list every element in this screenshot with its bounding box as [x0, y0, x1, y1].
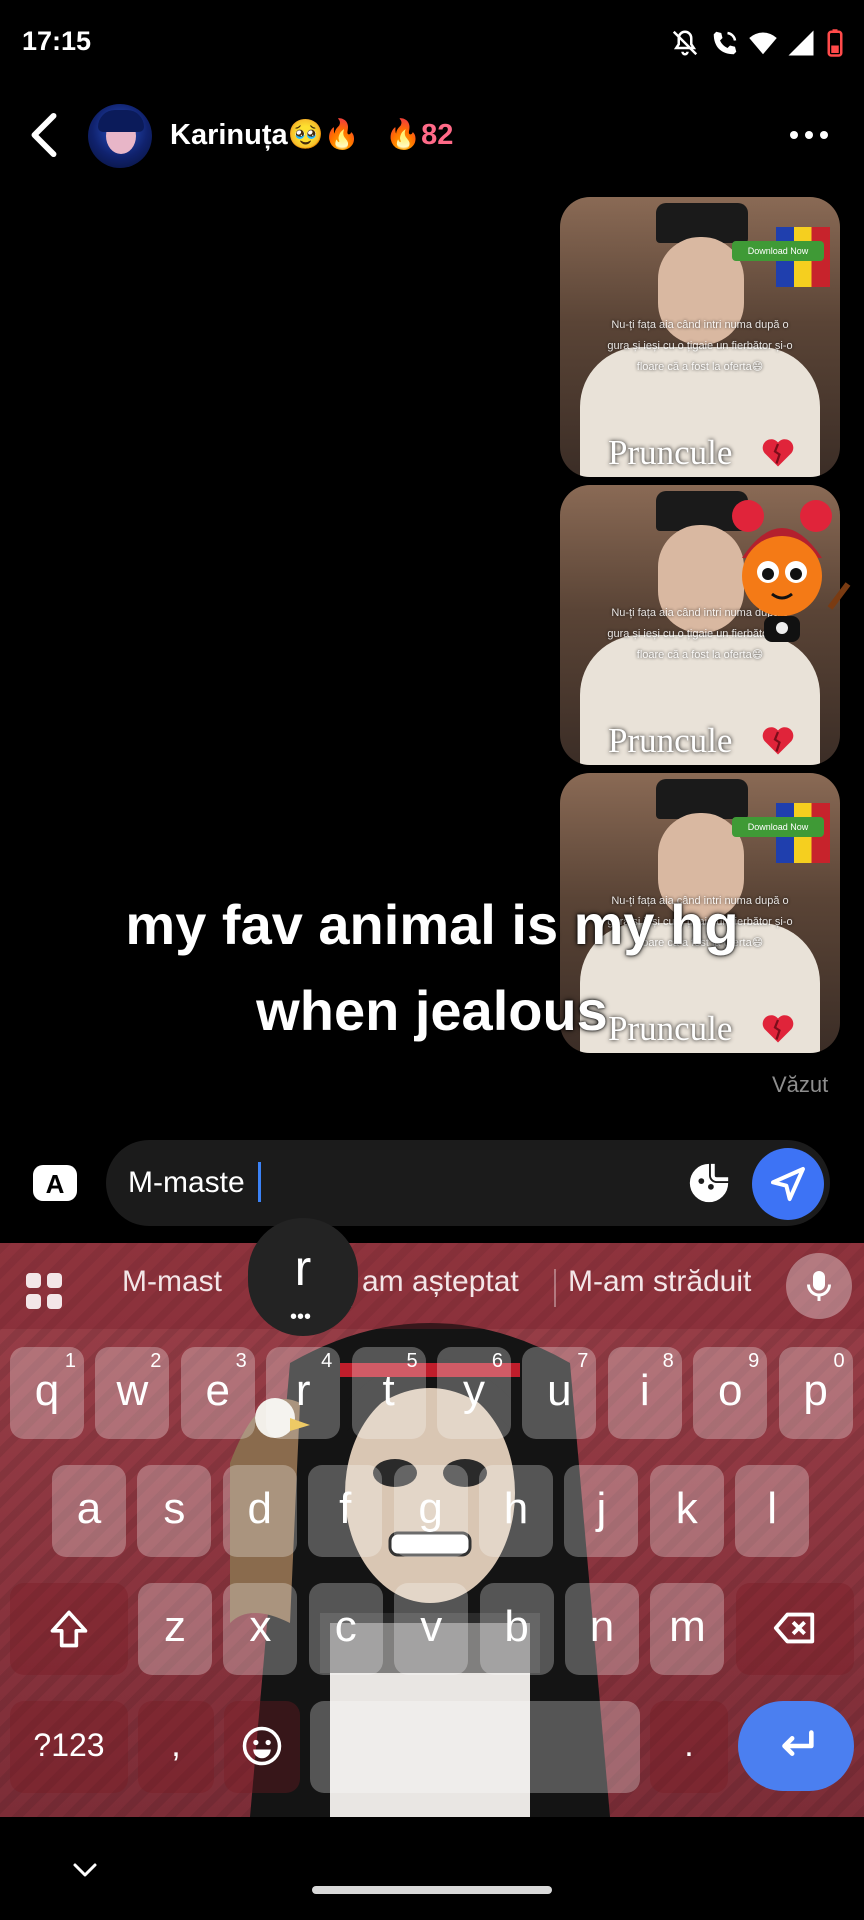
keyboard: M-mast am așteptat M-am străduit 1q2w3e4…: [0, 1243, 864, 1817]
avatar[interactable]: [88, 104, 152, 168]
key-y[interactable]: 6y: [437, 1347, 511, 1439]
key-label: p: [803, 1366, 828, 1415]
sticker-icon[interactable]: [686, 1160, 732, 1206]
key-x[interactable]: x: [223, 1583, 298, 1675]
key-e[interactable]: 3e: [180, 1347, 255, 1439]
mic-button[interactable]: [786, 1253, 852, 1319]
contact-name[interactable]: Karinuța🥹🔥: [170, 118, 360, 152]
key-s[interactable]: s: [137, 1465, 212, 1557]
key-t[interactable]: 5t: [351, 1347, 426, 1439]
key-hint: 3: [235, 1350, 247, 1372]
key-q[interactable]: 1q: [10, 1347, 84, 1439]
key-label: y: [463, 1366, 485, 1415]
key-hint: 7: [577, 1350, 589, 1372]
send-icon: [771, 1167, 805, 1201]
key-l[interactable]: l: [735, 1465, 810, 1557]
key-n[interactable]: n: [565, 1583, 639, 1675]
broken-heart-icon: [762, 727, 794, 755]
wifi-call-icon: [713, 31, 737, 55]
shift-key[interactable]: [10, 1583, 128, 1675]
key-o[interactable]: 9o: [693, 1347, 768, 1439]
key-hint: 8: [662, 1350, 674, 1372]
key-label: t: [382, 1366, 395, 1415]
watermark-text: Pruncule: [608, 721, 733, 760]
mic-icon: [807, 1271, 831, 1301]
symbols-key[interactable]: ?123: [10, 1701, 128, 1793]
status-time: 17:15: [22, 26, 92, 56]
more-icon[interactable]: [786, 120, 832, 150]
key-label: o: [717, 1366, 743, 1415]
hide-keyboard-icon[interactable]: [70, 1860, 100, 1880]
emoji-icon: [242, 1726, 282, 1766]
key-label: r: [295, 1366, 311, 1415]
key-label: w: [116, 1366, 149, 1415]
emoji-key[interactable]: [224, 1701, 300, 1793]
key-hint: 6: [491, 1350, 503, 1372]
key-label: u: [547, 1366, 572, 1415]
key-k[interactable]: k: [649, 1465, 724, 1557]
key-z[interactable]: z: [138, 1583, 212, 1675]
shift-icon: [50, 1610, 88, 1648]
svg-text:A: A: [46, 1169, 65, 1199]
sticker-reaction[interactable]: [712, 498, 852, 648]
key-a[interactable]: a: [52, 1465, 126, 1557]
backspace-icon: [773, 1612, 815, 1644]
key-h[interactable]: h: [479, 1465, 553, 1557]
text-caret: [258, 1162, 261, 1202]
comma-key[interactable]: ,: [138, 1701, 214, 1793]
back-icon[interactable]: [26, 112, 62, 158]
broken-heart-icon: [762, 439, 794, 467]
key-label: i: [639, 1366, 650, 1415]
space-key[interactable]: [310, 1701, 640, 1793]
key-label: e: [205, 1366, 231, 1415]
key-c[interactable]: c: [308, 1583, 383, 1675]
key-hint: 1: [64, 1350, 76, 1372]
key-hint: 9: [748, 1350, 760, 1372]
key-r[interactable]: 4r: [266, 1347, 341, 1439]
key-d[interactable]: d: [222, 1465, 297, 1557]
enter-icon: [782, 1730, 814, 1756]
key-hint: 2: [150, 1350, 162, 1372]
download-badge: Download Now: [732, 817, 824, 837]
key-v[interactable]: v: [394, 1583, 469, 1675]
key-hint: 0: [833, 1350, 845, 1372]
period-key[interactable]: .: [650, 1701, 728, 1793]
key-label: q: [34, 1366, 60, 1415]
mute-icon: [672, 30, 698, 56]
key-m[interactable]: m: [650, 1583, 725, 1675]
key-w[interactable]: 2w: [95, 1347, 170, 1439]
navigation-bar: [0, 1817, 864, 1920]
suggestion-3[interactable]: M-am străduit: [568, 1265, 751, 1299]
key-hint: 4: [321, 1350, 333, 1372]
image-message[interactable]: Download Now Nu-ți fața aia când intri n…: [560, 197, 840, 477]
key-b[interactable]: b: [479, 1583, 554, 1675]
battery-low-icon: [827, 29, 843, 57]
suggestion-2[interactable]: am așteptat: [362, 1265, 519, 1299]
backspace-key[interactable]: [736, 1583, 854, 1675]
key-g[interactable]: g: [393, 1465, 468, 1557]
signal-icon: [788, 30, 814, 56]
key-f[interactable]: f: [308, 1465, 383, 1557]
enter-key[interactable]: [738, 1701, 854, 1791]
meme-caption: Nu-ți fața aia când intri numa după o gu…: [607, 319, 793, 373]
suggestion-1[interactable]: M-mast: [122, 1265, 222, 1299]
popup-more-indicator: •••: [290, 1306, 312, 1328]
key-i[interactable]: 8i: [607, 1347, 682, 1439]
key-j[interactable]: j: [564, 1465, 639, 1557]
streak-count: 🔥82: [385, 119, 454, 151]
send-button[interactable]: [752, 1148, 824, 1220]
key-u[interactable]: 7u: [522, 1347, 597, 1439]
wifi-icon: [749, 32, 777, 55]
video-overlay-caption: my fav animal is my hg when jealous: [125, 893, 739, 1042]
seen-status: Văzut: [772, 1072, 829, 1097]
home-indicator[interactable]: [312, 1886, 552, 1894]
keyboard-a-icon[interactable]: A: [30, 1160, 80, 1206]
suggestion-divider: [554, 1269, 556, 1307]
key-p[interactable]: 0p: [778, 1347, 853, 1439]
download-badge: Download Now: [732, 241, 824, 261]
message-input-text[interactable]: M-maste: [128, 1166, 245, 1200]
apps-grid-icon[interactable]: [24, 1271, 64, 1311]
watermark-text: Pruncule: [608, 433, 733, 472]
key-hint: 5: [406, 1350, 418, 1372]
